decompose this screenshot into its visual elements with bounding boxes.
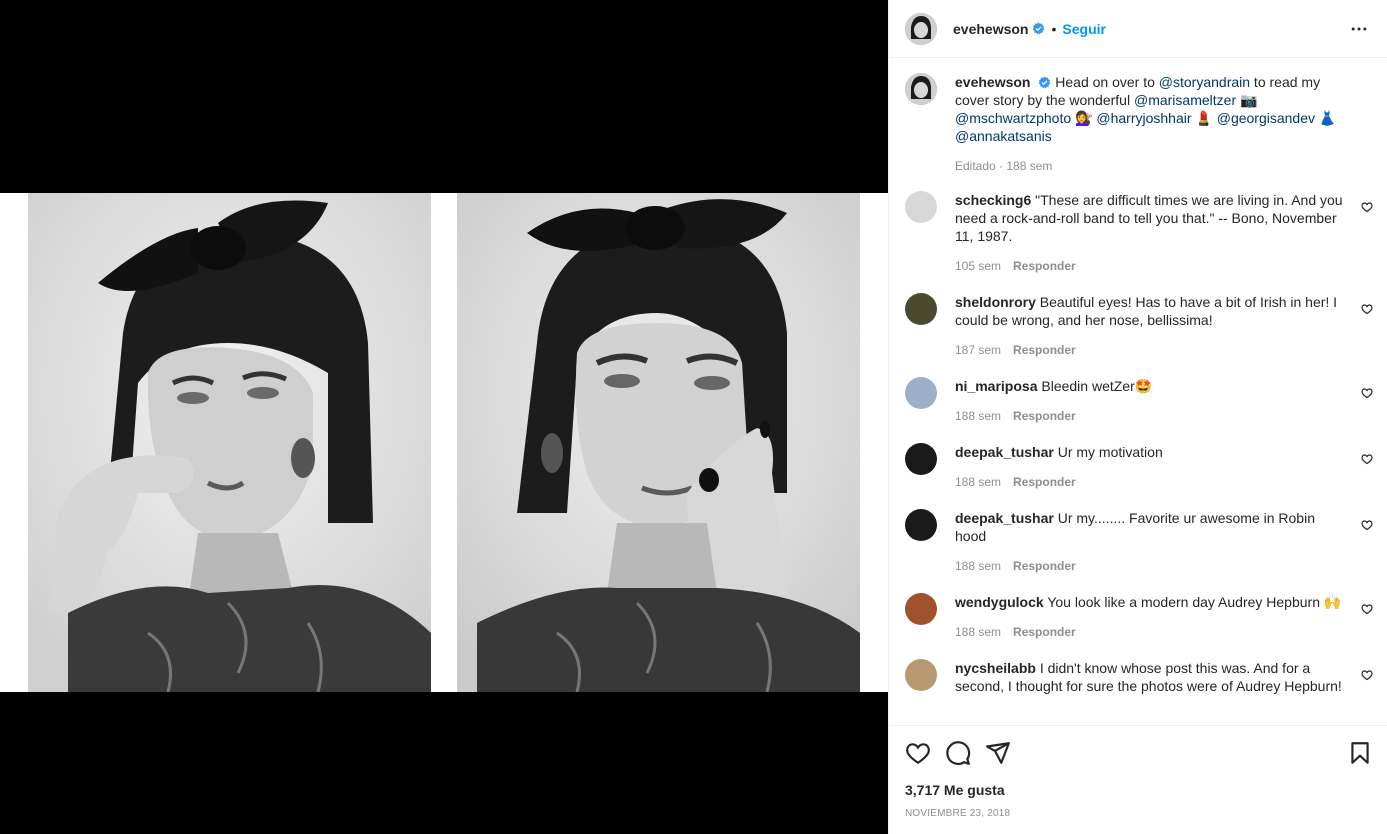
comment-time[interactable]: 188 sem bbox=[955, 559, 1001, 573]
author-avatar[interactable] bbox=[905, 12, 937, 45]
comment-meta: 188 sem Responder bbox=[955, 625, 1343, 639]
portrait-image-1 bbox=[28, 193, 431, 692]
comment-text: sheldonrory Beautiful eyes! Has to have … bbox=[955, 293, 1343, 329]
reply-button[interactable]: Responder bbox=[1013, 625, 1076, 639]
commenter-avatar[interactable] bbox=[905, 293, 937, 325]
mention-link[interactable]: @mschwartzphoto bbox=[955, 110, 1071, 126]
caption-text-segment: 📷 bbox=[1236, 92, 1258, 108]
commenter-avatar[interactable] bbox=[905, 509, 937, 541]
comment-item: deepak_tushar Ur my motivation 188 sem Res… bbox=[905, 443, 1373, 489]
comment-body: You look like a modern day Audrey Hepbur… bbox=[1047, 594, 1342, 610]
comment-item: nycsheilabb I didn't know whose post thi… bbox=[905, 659, 1373, 695]
caption-username[interactable]: evehewson bbox=[955, 74, 1030, 90]
share-icon[interactable] bbox=[985, 740, 1011, 766]
comment-time[interactable]: 187 sem bbox=[955, 343, 1001, 357]
caption-text: evehewson Head on over to @storyandrain … bbox=[955, 73, 1343, 145]
comment-item: wendygulock You look like a modern day A… bbox=[905, 593, 1373, 639]
comment-like-heart-icon[interactable] bbox=[1361, 201, 1373, 213]
commenter-username[interactable]: nycsheilabb bbox=[955, 660, 1036, 676]
comment-meta: 105 sem Responder bbox=[955, 259, 1343, 273]
comment-like-heart-icon[interactable] bbox=[1361, 387, 1373, 399]
commenter-avatar[interactable] bbox=[905, 593, 937, 625]
caption-text-segment: Head on over to bbox=[1055, 74, 1159, 90]
reply-button[interactable]: Responder bbox=[1013, 343, 1076, 357]
reply-button[interactable]: Responder bbox=[1013, 559, 1076, 573]
comment-thread: schecking6 "These are difficult times we… bbox=[905, 191, 1373, 695]
reply-button[interactable]: Responder bbox=[1013, 475, 1076, 489]
mention-link[interactable]: @storyandrain bbox=[1159, 74, 1250, 90]
comment-meta: 187 sem Responder bbox=[955, 343, 1343, 357]
comment-text: deepak_tushar Ur my........ Favorite ur … bbox=[955, 509, 1343, 545]
comment-like-heart-icon[interactable] bbox=[1361, 453, 1373, 465]
follow-button[interactable]: Seguir bbox=[1062, 21, 1106, 37]
reply-button[interactable]: Responder bbox=[1013, 409, 1076, 423]
portrait-image-2 bbox=[457, 193, 860, 692]
verified-badge-icon bbox=[1033, 22, 1045, 35]
caption-text-segment: 💄 bbox=[1191, 110, 1217, 126]
heart-icon[interactable] bbox=[905, 740, 931, 766]
comment-body: Ur my motivation bbox=[1057, 444, 1163, 460]
comment-text: wendygulock You look like a modern day A… bbox=[955, 593, 1343, 611]
post-photo-1[interactable] bbox=[28, 193, 431, 692]
mention-link[interactable]: @harryjoshhair bbox=[1096, 110, 1191, 126]
commenter-username[interactable]: wendygulock bbox=[955, 594, 1044, 610]
comment-meta: 188 sem Responder bbox=[955, 409, 1343, 423]
commenter-username[interactable]: schecking6 bbox=[955, 192, 1031, 208]
comment-text: deepak_tushar Ur my motivation bbox=[955, 443, 1343, 461]
caption-text-segment: 👗 bbox=[1315, 110, 1337, 126]
verified-badge-icon bbox=[1039, 76, 1051, 89]
comment-text: nycsheilabb I didn't know whose post thi… bbox=[955, 659, 1343, 695]
commenter-username[interactable]: sheldonrory bbox=[955, 294, 1036, 310]
comment-like-heart-icon[interactable] bbox=[1361, 519, 1373, 531]
post-photo-2[interactable] bbox=[457, 193, 860, 692]
comment-time[interactable]: 188 sem bbox=[955, 475, 1001, 489]
comment-like-heart-icon[interactable] bbox=[1361, 303, 1373, 315]
comment-meta: 188 sem Responder bbox=[955, 475, 1343, 489]
comment-item: ni_mariposa Bleedin wetZer🤩 188 sem Respon… bbox=[905, 377, 1373, 423]
comment-body: Bleedin wetZer🤩 bbox=[1041, 378, 1153, 394]
comment-text: ni_mariposa Bleedin wetZer🤩 bbox=[955, 377, 1343, 395]
reply-button[interactable]: Responder bbox=[1013, 259, 1076, 273]
comment-meta: 188 sem Responder bbox=[955, 559, 1343, 573]
comment-item: deepak_tushar Ur my........ Favorite ur … bbox=[905, 509, 1373, 573]
commenter-avatar[interactable] bbox=[905, 443, 937, 475]
commenter-avatar[interactable] bbox=[905, 377, 937, 409]
comment-item: sheldonrory Beautiful eyes! Has to have … bbox=[905, 293, 1373, 357]
commenter-username[interactable]: deepak_tushar bbox=[955, 510, 1054, 526]
comment-time[interactable]: 188 sem bbox=[955, 625, 1001, 639]
more-options-icon[interactable] bbox=[1349, 19, 1369, 39]
mention-link[interactable]: @marisameltzer bbox=[1134, 92, 1236, 108]
post-actions: 3,717 Me gusta NOVIEMBRE 23, 2018 bbox=[889, 725, 1387, 834]
comment-time[interactable]: 105 sem bbox=[955, 259, 1001, 273]
mention-link[interactable]: @georgisandev bbox=[1217, 110, 1315, 126]
post-panel: evehewson • Seguir evehewson Head on ove… bbox=[888, 0, 1387, 834]
bookmark-icon[interactable] bbox=[1347, 740, 1373, 766]
comments-list: evehewson Head on over to @storyandrain … bbox=[889, 59, 1387, 725]
commenter-avatar[interactable] bbox=[905, 191, 937, 223]
action-icons bbox=[905, 740, 1373, 766]
header-separator: • bbox=[1051, 20, 1057, 37]
caption-meta: Editado · 188 sem bbox=[955, 159, 1053, 173]
photo-strip bbox=[0, 193, 888, 692]
post-date: NOVIEMBRE 23, 2018 bbox=[905, 808, 1011, 819]
commenter-username[interactable]: deepak_tushar bbox=[955, 444, 1054, 460]
comment-like-heart-icon[interactable] bbox=[1361, 603, 1373, 615]
comment-time[interactable]: 188 sem bbox=[955, 409, 1001, 423]
post-caption: evehewson Head on over to @storyandrain … bbox=[905, 73, 1371, 173]
comment-text: schecking6 "These are difficult times we… bbox=[955, 191, 1343, 245]
comment-icon[interactable] bbox=[945, 740, 971, 766]
mention-link[interactable]: @annakatsanis bbox=[955, 128, 1052, 144]
author-avatar[interactable] bbox=[905, 73, 937, 105]
like-count[interactable]: 3,717 Me gusta bbox=[905, 782, 1005, 798]
comment-item: schecking6 "These are difficult times we… bbox=[905, 191, 1373, 273]
author-username[interactable]: evehewson bbox=[953, 21, 1028, 37]
post-header: evehewson • Seguir bbox=[889, 0, 1387, 58]
caption-text-segment: 💇‍♀️ bbox=[1071, 110, 1097, 126]
comment-like-heart-icon[interactable] bbox=[1361, 669, 1373, 681]
commenter-username[interactable]: ni_mariposa bbox=[955, 378, 1037, 394]
commenter-avatar[interactable] bbox=[905, 659, 937, 691]
post-media bbox=[0, 0, 888, 834]
